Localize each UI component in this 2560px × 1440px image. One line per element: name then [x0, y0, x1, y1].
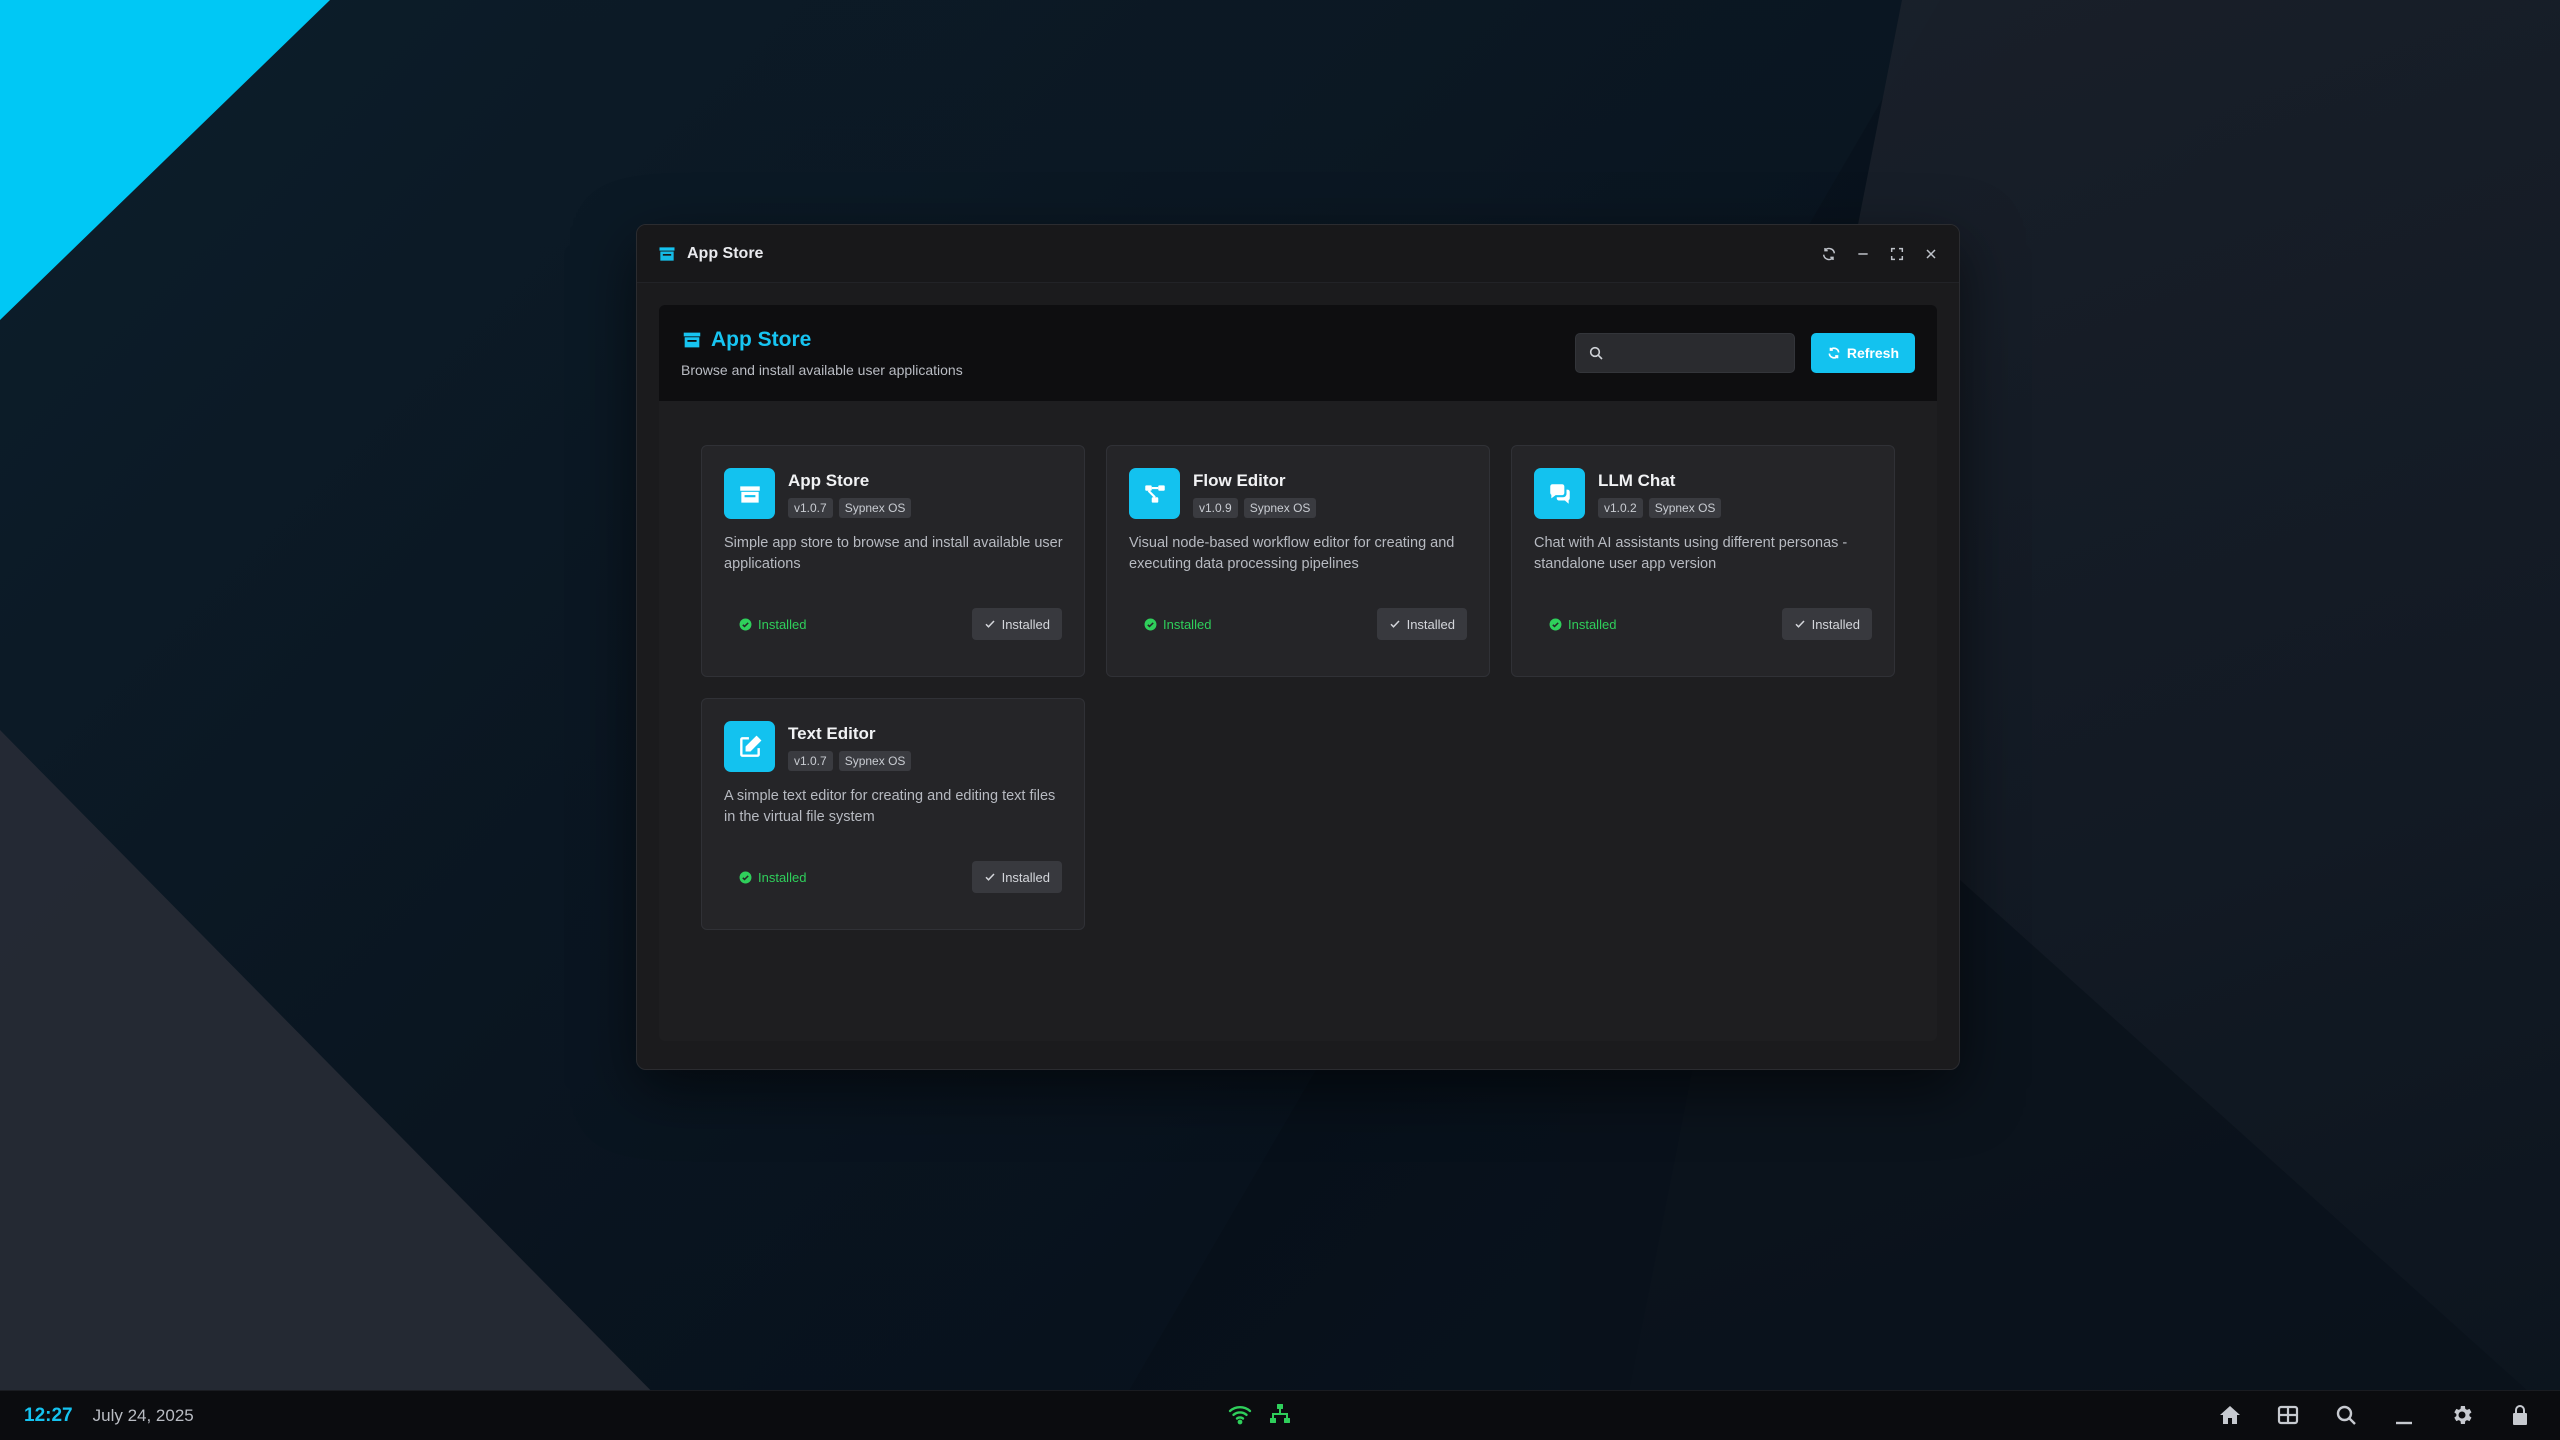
version-badge: v1.0.9 — [1193, 498, 1238, 518]
minimize-icon[interactable] — [1855, 246, 1871, 262]
publisher-badge: Sypnex OS — [1243, 498, 1317, 518]
desktop: App Store App Store Browse and install a… — [0, 0, 2560, 1440]
page-title: App Store — [681, 328, 963, 352]
search-input[interactable] — [1613, 345, 1774, 361]
app-card[interactable]: LLM Chat v1.0.2 Sypnex OS Chat with AI a… — [1511, 445, 1895, 677]
store-icon — [724, 468, 775, 519]
app-description: Simple app store to browse and install a… — [724, 535, 1063, 572]
app-name: LLM Chat — [1598, 471, 1676, 490]
installed-button-label: Installed — [1406, 616, 1455, 632]
edit-icon — [724, 721, 775, 772]
status-text: Installed — [758, 869, 807, 885]
version-badge: v1.0.2 — [1598, 498, 1643, 518]
check-icon — [1794, 618, 1806, 630]
app-card[interactable]: App Store v1.0.7 Sypnex OS Simple app st… — [701, 445, 1085, 677]
taskbar-clock[interactable]: 12:27 — [24, 1405, 73, 1427]
search-box[interactable] — [1574, 333, 1795, 373]
check-icon — [984, 871, 996, 883]
installed-button[interactable]: Installed — [1376, 608, 1467, 640]
status-badge: Installed — [724, 617, 806, 632]
installed-button[interactable]: Installed — [971, 861, 1062, 893]
chat-icon — [1534, 468, 1585, 519]
installed-button-label: Installed — [1001, 869, 1050, 885]
taskbar-actions — [2218, 1403, 2532, 1427]
check-circle-icon — [1549, 618, 1562, 631]
app-grid: App Store v1.0.7 Sypnex OS Simple app st… — [701, 445, 1895, 930]
minimize-all-icon[interactable] — [2392, 1403, 2416, 1427]
version-badge: v1.0.7 — [788, 751, 833, 771]
page-subtitle: Browse and install available user applic… — [681, 362, 963, 378]
check-icon — [1389, 618, 1401, 630]
status-text: Installed — [1163, 616, 1212, 632]
refresh-icon — [1827, 346, 1841, 360]
check-circle-icon — [1144, 618, 1157, 631]
check-circle-icon — [739, 618, 752, 631]
app-card[interactable]: Flow Editor v1.0.9 Sypnex OS Visual node… — [1106, 445, 1490, 677]
wifi-icon[interactable] — [1228, 1402, 1252, 1426]
home-icon[interactable] — [2218, 1403, 2242, 1427]
publisher-badge: Sypnex OS — [838, 498, 912, 518]
taskbar-date: July 24, 2025 — [92, 1405, 194, 1425]
check-icon — [984, 618, 996, 630]
grid-icon[interactable] — [2276, 1403, 2300, 1427]
status-badge: Installed — [724, 870, 806, 885]
store-icon — [681, 329, 703, 351]
version-badge: v1.0.7 — [788, 498, 833, 518]
network-icon[interactable] — [1268, 1402, 1292, 1426]
search-icon — [1588, 345, 1604, 361]
system-tray — [1228, 1402, 1292, 1426]
installed-button[interactable]: Installed — [1781, 608, 1872, 640]
installed-button-label: Installed — [1811, 616, 1860, 632]
store-icon — [657, 244, 677, 264]
app-description: Chat with AI assistants using different … — [1534, 535, 1848, 572]
refresh-button-label: Refresh — [1846, 345, 1899, 361]
app-name: Flow Editor — [1193, 471, 1286, 490]
search-icon[interactable] — [2334, 1403, 2358, 1427]
refresh-button[interactable]: Refresh — [1810, 333, 1915, 373]
status-badge: Installed — [1129, 617, 1211, 632]
app-card[interactable]: Text Editor v1.0.7 Sypnex OS A simple te… — [701, 698, 1085, 930]
window-title: App Store — [687, 244, 764, 262]
status-text: Installed — [758, 616, 807, 632]
close-icon[interactable] — [1923, 246, 1939, 262]
installed-button-label: Installed — [1001, 616, 1050, 632]
installed-button[interactable]: Installed — [971, 608, 1062, 640]
wallpaper-shape — [0, 0, 330, 320]
lock-icon[interactable] — [2508, 1403, 2532, 1427]
window-titlebar[interactable]: App Store — [637, 225, 1959, 283]
window-content: App Store Browse and install available u… — [659, 305, 1937, 1041]
refresh-icon[interactable] — [1821, 246, 1837, 262]
publisher-badge: Sypnex OS — [838, 751, 912, 771]
settings-icon[interactable] — [2450, 1403, 2474, 1427]
maximize-icon[interactable] — [1889, 246, 1905, 262]
app-store-header: App Store Browse and install available u… — [659, 305, 1937, 401]
app-description: A simple text editor for creating and ed… — [724, 788, 1056, 825]
app-store-window: App Store App Store Browse and install a… — [636, 224, 1960, 1070]
page-title-text: App Store — [711, 328, 812, 351]
workflow-icon — [1129, 468, 1180, 519]
status-badge: Installed — [1534, 617, 1616, 632]
check-circle-icon — [739, 871, 752, 884]
app-name: App Store — [788, 471, 870, 490]
status-text: Installed — [1568, 616, 1617, 632]
taskbar: 12:27 July 24, 2025 — [0, 1390, 2560, 1440]
app-name: Text Editor — [788, 724, 876, 743]
app-description: Visual node-based workflow editor for cr… — [1129, 535, 1455, 572]
publisher-badge: Sypnex OS — [1648, 498, 1722, 518]
